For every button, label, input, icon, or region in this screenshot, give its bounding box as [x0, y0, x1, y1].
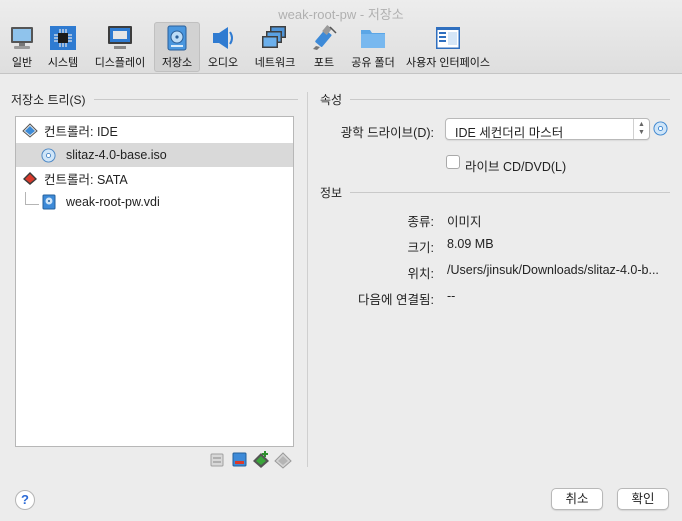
chip-icon — [50, 26, 76, 50]
live-cd-label: 라이브 CD/DVD(L) — [465, 160, 567, 174]
section-rule — [93, 99, 298, 100]
size-label: 크기: — [407, 241, 434, 255]
hard-disk-file-icon — [42, 194, 56, 210]
window-title: weak-root-pw - 저장소 — [278, 7, 404, 22]
tree-item-label: weak-root-pw.vdi — [66, 195, 160, 209]
tree-item-disk-attachment[interactable]: weak-root-pw.vdi — [16, 190, 293, 214]
toolbar-label: 포트 — [313, 57, 335, 69]
size-value: 8.09 MB — [447, 237, 494, 251]
optical-drive-select[interactable]: IDE 세컨더리 마스터 ▲ ▼ — [445, 118, 650, 140]
select-arrows-icon: ▲ ▼ — [633, 119, 649, 139]
folder-icon — [361, 30, 385, 48]
toolbar-label: 디스플레이 — [94, 57, 146, 69]
type-label: 종류: — [407, 215, 434, 229]
toolbar-item-system[interactable]: 시스템 — [40, 22, 86, 72]
toolbar-label: 저장소 — [161, 57, 193, 69]
attached-to-label: 다음에 연결됨: — [358, 293, 434, 307]
location-label: 위치: — [407, 267, 434, 281]
toolbar-item-network[interactable]: 네트워크 — [246, 22, 304, 72]
tree-item-label: slitaz-4.0-base.iso — [66, 148, 167, 162]
storage-tree-heading-text: 저장소 트리(S) — [11, 93, 86, 107]
cancel-button[interactable]: 취소 — [551, 488, 603, 510]
type-value: 이미지 — [447, 215, 482, 229]
remove-attachment-icon[interactable] — [230, 450, 249, 469]
storage-tree[interactable]: 컨트롤러: IDE slitaz-4.0-base.iso 컨트롤러: SATA… — [15, 116, 294, 447]
speaker-icon — [213, 27, 233, 49]
tree-item-ide-controller[interactable]: 컨트롤러: IDE — [16, 118, 293, 142]
attached-to-value: -- — [447, 289, 456, 303]
monitor-icon — [11, 27, 33, 49]
toolbar-label: 일반 — [11, 57, 33, 69]
tree-item-label: 컨트롤러: IDE — [44, 124, 118, 139]
ok-button[interactable]: 확인 — [617, 488, 669, 510]
add-attachment-icon[interactable] — [208, 450, 227, 469]
serial-port-icon — [313, 25, 337, 50]
pane-divider — [307, 92, 308, 467]
storage-tree-tools — [208, 450, 293, 469]
toolbar-label: 오디오 — [207, 57, 239, 69]
title-bar: weak-root-pw - 저장소 일반 시스템 디스플레이 저장소 오디오 … — [0, 0, 682, 74]
toolbar-label: 네트워크 — [254, 57, 296, 69]
sata-controller-icon — [23, 172, 37, 185]
section-rule — [350, 99, 670, 100]
optical-disc-icon — [41, 147, 56, 163]
information-heading-text: 정보 — [320, 186, 343, 200]
remove-controller-icon[interactable] — [274, 450, 293, 469]
ide-controller-icon — [22, 123, 38, 138]
settings-toolbar: 일반 시스템 디스플레이 저장소 오디오 네트워크 포트 공유 폴더 사용자 인… — [4, 22, 494, 72]
display-icon — [108, 26, 132, 49]
location-value: /Users/jinsuk/Downloads/slitaz-4.0-b... — [447, 263, 659, 277]
tree-item-sata-controller[interactable]: 컨트롤러: SATA — [16, 166, 293, 190]
optical-drive-value: IDE 세컨더리 마스터 — [455, 126, 564, 140]
help-button[interactable]: ? — [15, 490, 35, 510]
tree-item-optical-attachment[interactable]: slitaz-4.0-base.iso — [16, 143, 293, 167]
toolbar-item-general[interactable]: 일반 — [4, 22, 40, 72]
choose-disc-icon[interactable] — [653, 121, 668, 136]
toolbar-item-user-interface[interactable]: 사용자 인터페이스 — [402, 22, 494, 72]
attributes-heading: 속성 — [320, 91, 670, 108]
tree-item-label: 컨트롤러: SATA — [44, 172, 128, 187]
toolbar-item-storage[interactable]: 저장소 — [154, 22, 200, 72]
add-controller-icon[interactable] — [252, 450, 271, 469]
optical-drive-label: 광학 드라이브(D): — [340, 126, 434, 140]
toolbar-item-ports[interactable]: 포트 — [304, 22, 344, 72]
settings-window: weak-root-pw - 저장소 일반 시스템 디스플레이 저장소 오디오 … — [0, 0, 682, 521]
window-icon — [436, 27, 460, 49]
toolbar-label: 공유 폴더 — [351, 57, 395, 69]
attributes-heading-text: 속성 — [320, 93, 343, 107]
network-icon — [262, 26, 286, 48]
toolbar-item-shared-folders[interactable]: 공유 폴더 — [344, 22, 402, 72]
section-rule — [350, 192, 670, 193]
toolbar-label: 시스템 — [47, 57, 79, 69]
toolbar-item-display[interactable]: 디스플레이 — [86, 22, 154, 72]
toolbar-item-audio[interactable]: 오디오 — [200, 22, 246, 72]
information-heading: 정보 — [320, 184, 670, 201]
toolbar-label: 사용자 인터페이스 — [405, 57, 490, 69]
hard-disk-icon — [167, 25, 187, 51]
storage-tree-heading: 저장소 트리(S) — [11, 91, 298, 108]
live-cd-checkbox[interactable] — [446, 155, 460, 169]
